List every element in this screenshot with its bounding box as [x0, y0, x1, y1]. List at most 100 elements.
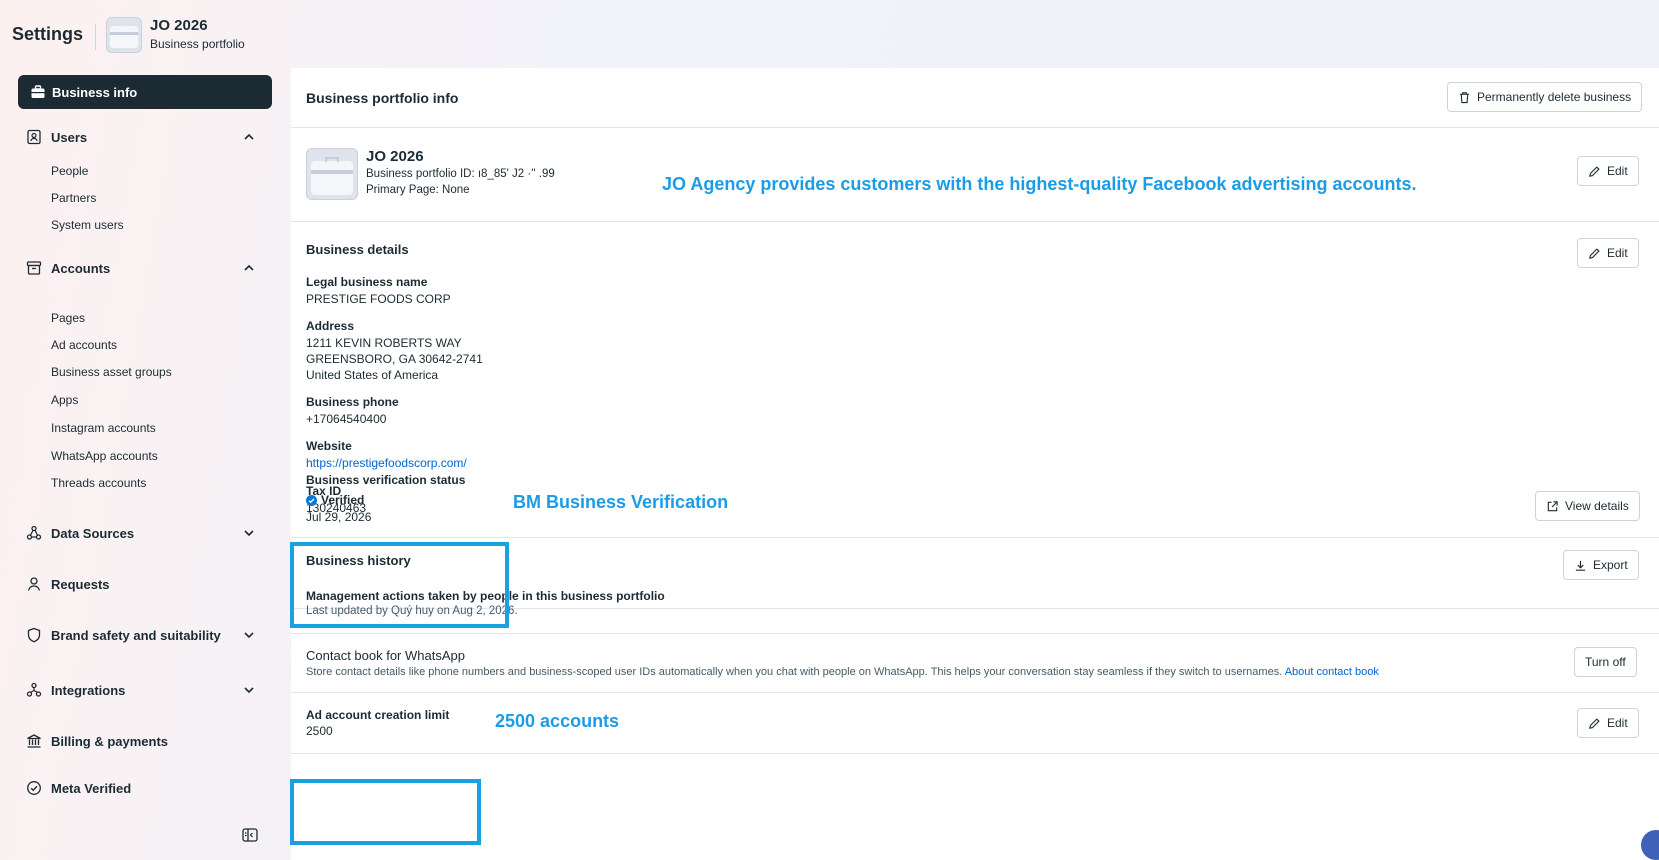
ad-limit-annotation: 2500 accounts	[495, 711, 620, 731]
sidebar-section-data-sources[interactable]: Data Sources	[18, 518, 272, 548]
briefcase-handle	[325, 157, 339, 162]
briefcase-icon	[31, 85, 45, 98]
verification-status: Verified	[321, 493, 365, 507]
website-label: Website	[306, 439, 352, 453]
address-line1: 1211 KEVIN ROBERTS WAY	[306, 336, 462, 350]
portfolio-avatar[interactable]	[106, 17, 142, 53]
promo-annotation: JO Agency provides customers with the hi…	[662, 174, 1417, 194]
edit-profile-button[interactable]: Edit	[1577, 156, 1639, 186]
sidebar-item-label: Billing & payments	[51, 734, 169, 749]
sidebar-section-label: Integrations	[51, 683, 126, 698]
sidebar-section-brand-safety[interactable]: Brand safety and suitability	[18, 620, 272, 650]
section-title: Business portfolio info	[306, 90, 459, 106]
chevron-up-icon	[244, 264, 254, 271]
sidebar-item-business-asset-groups[interactable]: Business asset groups	[51, 365, 172, 379]
sidebar-section-label: Accounts	[51, 261, 111, 276]
portfolio-subtitle: Business portfolio	[150, 37, 245, 51]
legal-name-label: Legal business name	[306, 275, 428, 289]
sidebar-item-ad-accounts[interactable]: Ad accounts	[51, 338, 117, 352]
verified-badge-icon	[27, 781, 41, 795]
contact-book-title: Contact book for WhatsApp	[306, 648, 465, 663]
trash-icon	[1459, 91, 1470, 103]
shield-icon	[27, 627, 41, 643]
sidebar-item-apps[interactable]: Apps	[51, 393, 78, 407]
primary-page: Primary Page: None	[366, 184, 470, 196]
pencil-icon	[1589, 247, 1600, 259]
pencil-icon	[1589, 717, 1600, 729]
legal-name-value: PRESTIGE FOODS CORP	[306, 292, 451, 306]
pencil-icon	[1589, 165, 1600, 177]
profile-name: JO 2026	[366, 148, 424, 165]
ad-limit-row: Ad account creation limit 2500 2500 acco…	[291, 693, 1659, 754]
edit-ad-limit-button[interactable]: Edit	[1577, 708, 1639, 738]
sidebar-item-business-info[interactable]: Business info	[18, 75, 272, 109]
sidebar-item-label: Business info	[52, 85, 138, 100]
export-button[interactable]: Export	[1563, 550, 1639, 580]
address-label: Address	[306, 319, 355, 333]
chevron-down-icon	[244, 687, 254, 694]
contact-card-icon	[27, 129, 41, 145]
verified-check-icon	[306, 495, 317, 506]
chevron-down-icon	[244, 530, 254, 537]
external-link-icon	[1547, 500, 1558, 511]
sidebar-section-label: Brand safety and suitability	[51, 628, 221, 643]
portfolio-name[interactable]: JO 2026	[150, 17, 208, 34]
phone-label: Business phone	[306, 395, 399, 409]
sidebar-item-whatsapp-accounts[interactable]: WhatsApp accounts	[51, 449, 158, 463]
download-icon	[1575, 560, 1586, 571]
integrations-icon	[26, 682, 42, 697]
address-line3: United States of America	[306, 368, 439, 382]
archive-box-icon	[26, 261, 42, 275]
sidebar-item-meta-verified[interactable]: Meta Verified	[18, 773, 272, 803]
sidebar-item-label: Meta Verified	[51, 781, 132, 796]
main-panel: Business portfolio info Permanently dele…	[291, 68, 1659, 860]
permanently-delete-button[interactable]: Permanently delete business	[1447, 82, 1643, 112]
verification-title: Business verification status	[306, 473, 466, 487]
portfolio-profile-row: JO 2026 Business portfolio ID: ı8_85' J2…	[291, 128, 1659, 222]
sidebar-item-partners[interactable]: Partners	[51, 191, 96, 205]
sidebar-section-label: Data Sources	[51, 526, 135, 541]
portfolio-info-header: Business portfolio info Permanently dele…	[291, 68, 1659, 128]
ad-limit-title: Ad account creation limit	[306, 708, 450, 722]
sidebar-item-pages[interactable]: Pages	[51, 311, 85, 325]
bank-icon	[27, 734, 41, 748]
view-details-button[interactable]: View details	[1535, 491, 1640, 521]
header-divider	[95, 24, 96, 50]
briefcase-graphic	[110, 26, 138, 48]
sidebar-section-label: Users	[51, 130, 88, 145]
business-details-title: Business details	[306, 242, 409, 257]
sidebar-item-threads-accounts[interactable]: Threads accounts	[51, 476, 146, 490]
sidebar-item-people[interactable]: People	[51, 164, 88, 178]
collapse-sidebar-icon[interactable]	[242, 828, 258, 842]
briefcase-band	[110, 32, 138, 35]
sidebar-section-users[interactable]: Users	[18, 122, 272, 152]
portfolio-id: Business portfolio ID: ı8_85' J2 ·'' .99	[366, 168, 555, 180]
person-icon	[27, 577, 41, 591]
sidebar-section-accounts[interactable]: Accounts	[18, 253, 272, 283]
address-line2: GREENSBORO, GA 30642-2741	[306, 352, 483, 366]
verification-date: Jul 29, 2026	[306, 510, 372, 524]
chevron-up-icon	[244, 133, 254, 140]
sidebar-item-requests[interactable]: Requests	[18, 569, 272, 599]
edit-details-button[interactable]: Edit	[1577, 238, 1639, 268]
briefcase-graphic	[311, 161, 353, 195]
portfolio-profile-avatar	[306, 148, 358, 200]
sidebar-item-system-users[interactable]: System users	[51, 218, 124, 232]
chevron-down-icon	[244, 632, 254, 639]
sidebar-item-label: Requests	[51, 577, 110, 592]
verification-highlight-box	[290, 542, 509, 628]
about-contact-book-link[interactable]: About contact book	[1285, 666, 1379, 678]
ad-limit-highlight-box	[290, 779, 481, 845]
top-bar: Settings JO 2026 Business portfolio	[0, 0, 1659, 68]
verification-row: Business verification status Verified Ju…	[291, 455, 1659, 538]
sidebar-item-instagram-accounts[interactable]: Instagram accounts	[51, 421, 156, 435]
sidebar-item-billing[interactable]: Billing & payments	[18, 726, 272, 756]
contact-book-row: Contact book for WhatsApp Store contact …	[291, 634, 1659, 693]
turn-off-button[interactable]: Turn off	[1574, 647, 1637, 677]
phone-value: +17064540400	[306, 412, 387, 426]
sidebar-section-integrations[interactable]: Integrations	[18, 675, 272, 705]
sidebar: Business info Users People Partners Syst…	[0, 68, 282, 860]
contact-book-description: Store contact details like phone numbers…	[306, 666, 1379, 678]
briefcase-band	[311, 170, 353, 174]
ad-limit-value: 2500	[306, 724, 333, 738]
